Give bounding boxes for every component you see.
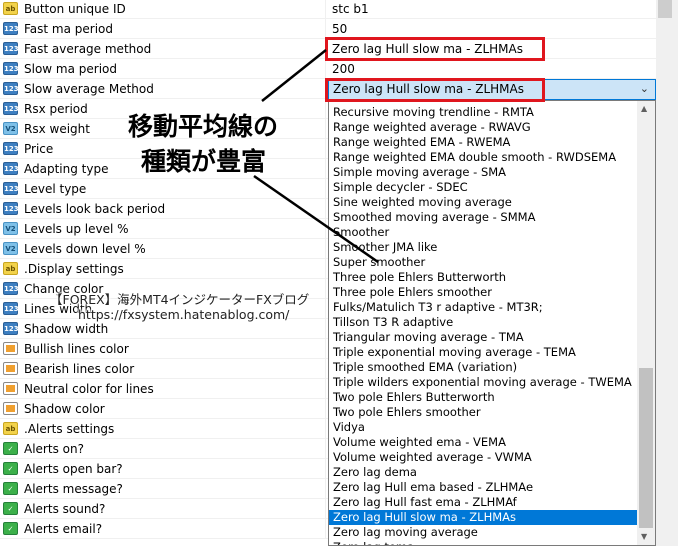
watermark-blog-name: 【FOREX】海外MT4インジケーターFXブログ [50,292,310,307]
annotation-title: 移動平均線の [128,112,279,141]
annotation-arrows [253,49,379,264]
arrow-to-fast-method [261,49,327,102]
annotation-subtitle: 種類が豊富 [141,147,267,176]
arrow-to-list [253,174,379,264]
watermark-url: https://fxsystem.hatenablog.com/ [78,307,290,322]
